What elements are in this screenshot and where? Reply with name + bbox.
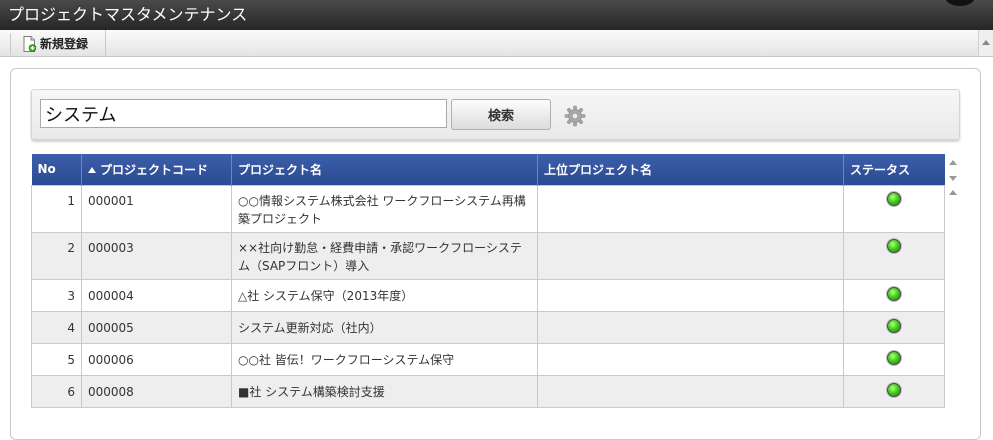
parent-project-name: [537, 310, 844, 344]
column-header-project-code[interactable]: プロジェクトコード: [81, 154, 232, 185]
window-corner-decoration: [945, 0, 975, 6]
status-indicator-icon: [887, 382, 901, 397]
search-button[interactable]: 検索: [451, 99, 551, 130]
sort-ascending-icon: [88, 166, 96, 173]
project-name: ××社向け勤怠・経費申請・承認ワークフローシステム（SAPフロント）導入: [231, 231, 538, 280]
status-cell: [843, 231, 945, 280]
scroll-up-arrow-icon[interactable]: [949, 160, 957, 165]
table-header-row: No プロジェクトコード プロジェクト名 上位プロジェクト名 ステータス: [31, 154, 945, 185]
row-number: 2: [31, 231, 82, 280]
status-indicator-icon: [887, 286, 901, 301]
toolbar-scroll-up[interactable]: [978, 30, 993, 56]
project-name: ○○社 皆伝！ワークフローシステム保守: [231, 342, 538, 376]
table-row[interactable]: 3 000004 △社 システム保守（2013年度）: [31, 278, 945, 312]
column-header-project-name[interactable]: プロジェクト名: [231, 154, 538, 185]
project-code: 000008: [81, 374, 232, 408]
project-name: ■社 システム構築検討支援: [231, 374, 538, 408]
status-cell: [843, 342, 945, 376]
row-number: 4: [31, 310, 82, 344]
gear-icon[interactable]: [564, 105, 586, 127]
table-row[interactable]: 5 000006 ○○社 皆伝！ワークフローシステム保守: [31, 342, 945, 376]
new-register-label: 新規登録: [40, 36, 89, 51]
toolbar: 新規登録: [0, 30, 993, 57]
project-code: 000005: [81, 310, 232, 344]
project-table: No プロジェクトコード プロジェクト名 上位プロジェクト名 ステータス 1 0…: [31, 154, 945, 408]
table-row[interactable]: 6 000008 ■社 システム構築検討支援: [31, 374, 945, 408]
project-code: 000001: [81, 184, 232, 233]
project-code: 000004: [81, 278, 232, 312]
window-title-bar: プロジェクトマスタメンテナンス: [0, 0, 993, 30]
status-cell: [843, 310, 945, 344]
table-row[interactable]: 1 000001 ○○情報システム株式会社 ワークフローシステム再構築プロジェク…: [31, 184, 945, 233]
parent-project-name: [537, 231, 844, 280]
column-header-status[interactable]: ステータス: [843, 154, 945, 185]
status-cell: [843, 278, 945, 312]
document-add-icon: [23, 35, 36, 52]
search-input[interactable]: [40, 99, 447, 128]
scroll-up-arrow-icon[interactable]: [949, 190, 957, 195]
table-scrollbar[interactable]: [945, 155, 961, 400]
status-indicator-icon: [887, 350, 901, 365]
project-name: △社 システム保守（2013年度）: [231, 278, 538, 312]
parent-project-name: [537, 278, 844, 312]
status-indicator-icon: [887, 318, 901, 333]
project-name: ○○情報システム株式会社 ワークフローシステム再構築プロジェクト: [231, 184, 538, 233]
row-number: 6: [31, 374, 82, 408]
table-row[interactable]: 2 000003 ××社向け勤怠・経費申請・承認ワークフローシステム（SAPフロ…: [31, 231, 945, 280]
project-code: 000006: [81, 342, 232, 376]
new-register-button[interactable]: 新規登録: [12, 30, 106, 56]
column-header-no[interactable]: No: [31, 154, 82, 185]
scroll-down-arrow-icon[interactable]: [949, 176, 957, 181]
row-number: 1: [31, 184, 82, 233]
parent-project-name: [537, 184, 844, 233]
row-number: 5: [31, 342, 82, 376]
window-title: プロジェクトマスタメンテナンス: [8, 5, 248, 24]
table-row[interactable]: 4 000005 システム更新対応（社内）: [31, 310, 945, 344]
project-name: システム更新対応（社内）: [231, 310, 538, 344]
status-indicator-icon: [887, 191, 901, 206]
status-cell: [843, 184, 945, 233]
column-header-parent-project[interactable]: 上位プロジェクト名: [537, 154, 844, 185]
parent-project-name: [537, 342, 844, 376]
row-number: 3: [31, 278, 82, 312]
project-code: 000003: [81, 231, 232, 280]
toolbar-separator: [10, 33, 11, 55]
status-indicator-icon: [887, 238, 901, 253]
status-cell: [843, 374, 945, 408]
parent-project-name: [537, 374, 844, 408]
